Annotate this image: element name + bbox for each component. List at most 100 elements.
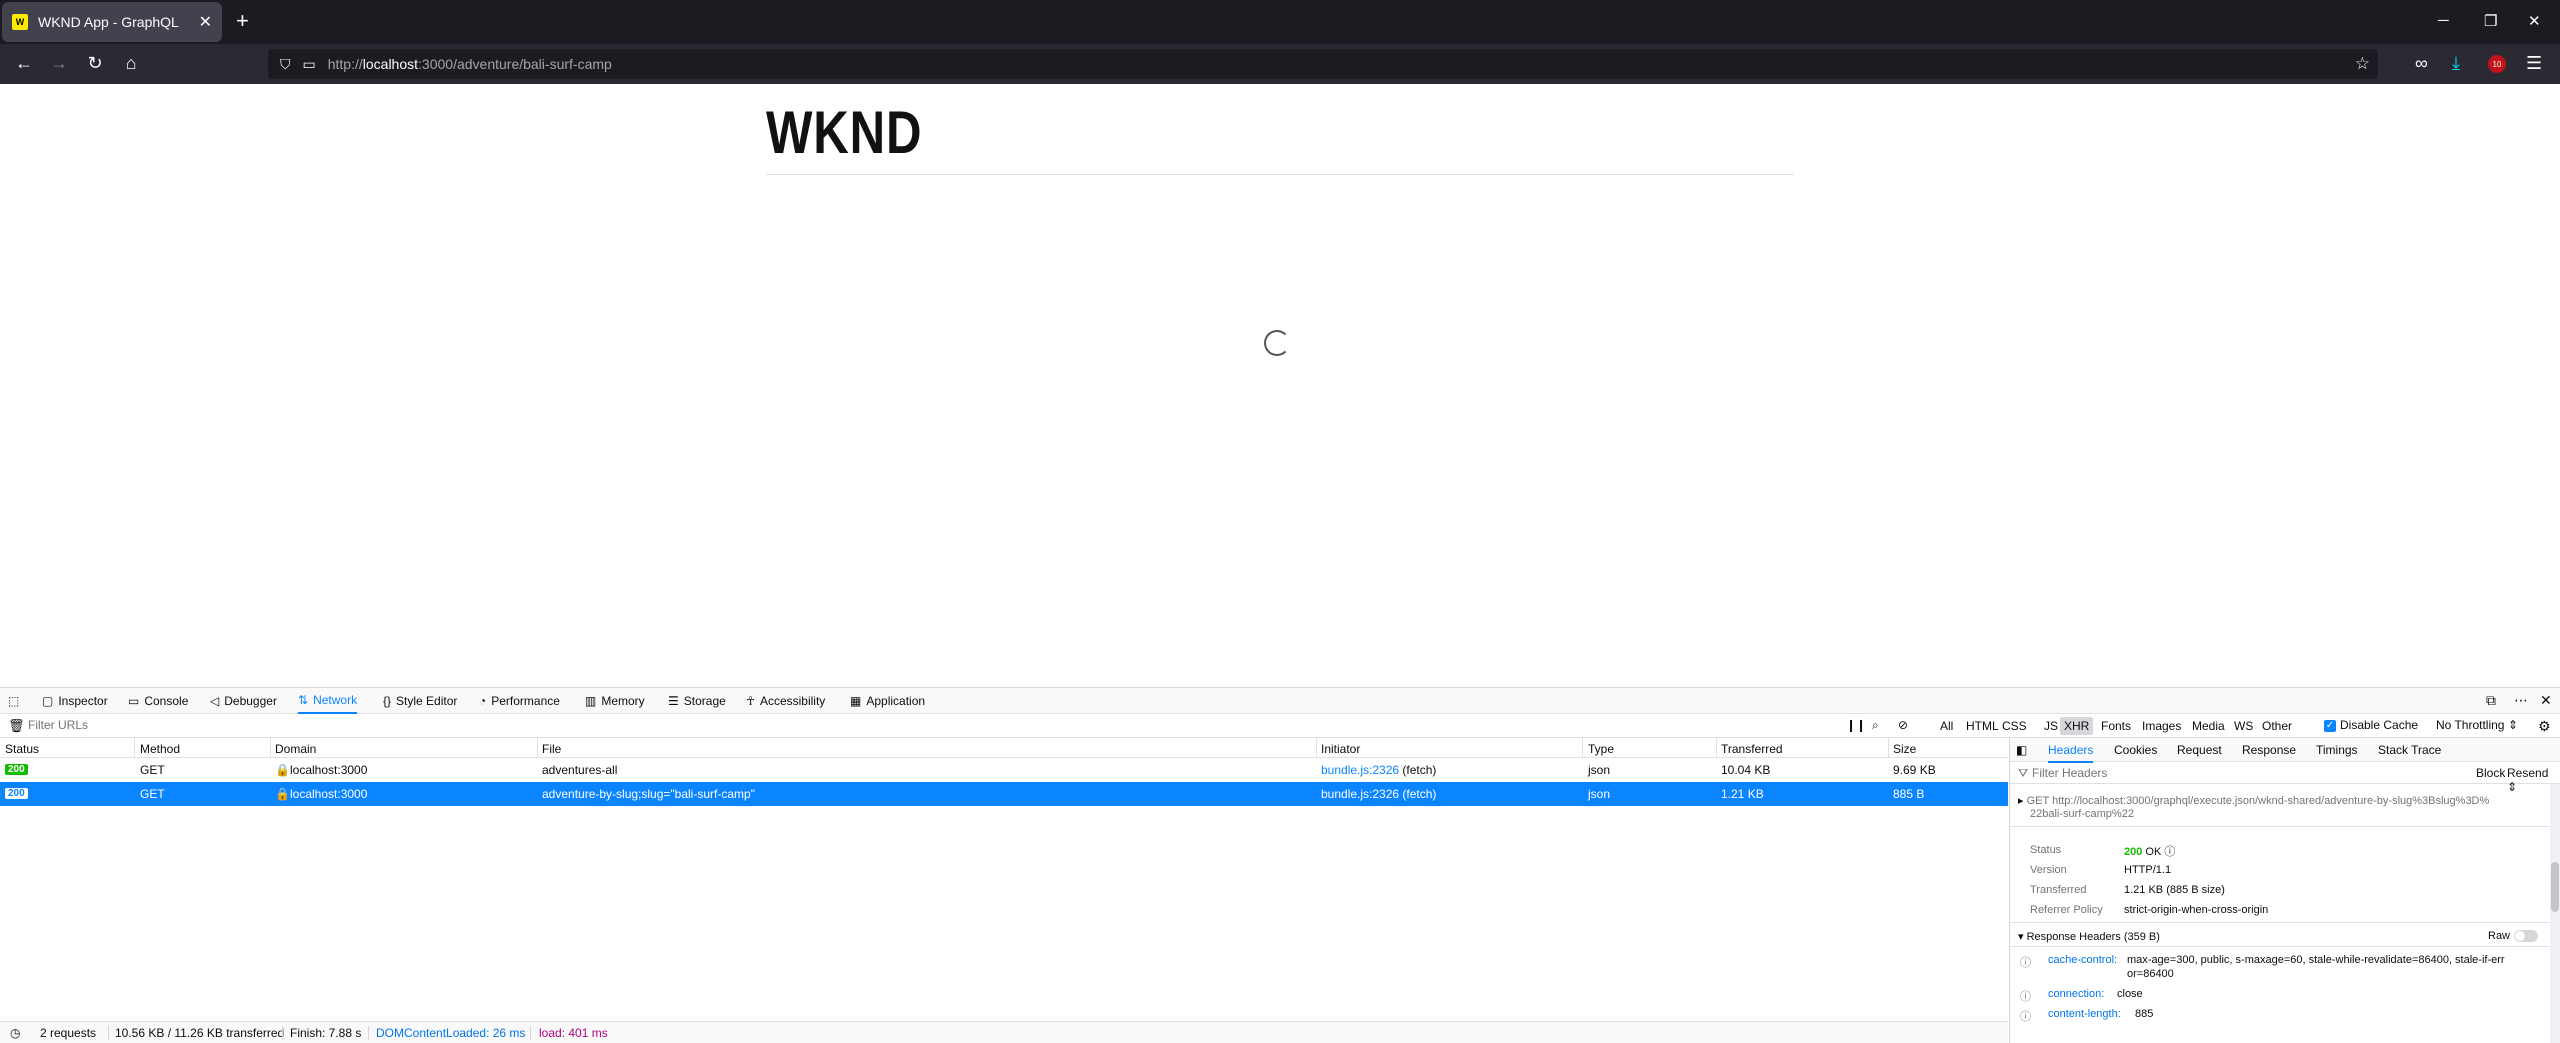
column-type[interactable]: Type — [1588, 742, 1614, 756]
block-button[interactable]: Block — [2476, 766, 2505, 780]
request-row-selected[interactable]: 200 GET 🔒 localhost:3000 adventure-by-sl… — [0, 782, 2008, 806]
pause-icon[interactable]: ❙❙ — [1846, 718, 1866, 732]
initiator-file[interactable]: bundle.js — [1321, 787, 1369, 801]
throttling-select[interactable]: No Throttling ⇕ — [2436, 718, 2518, 732]
details-scrollbar[interactable] — [2550, 784, 2560, 1043]
forward-icon[interactable]: → — [48, 53, 70, 74]
tab-debugger[interactable]: ◁ Debugger — [210, 688, 277, 714]
column-status[interactable]: Status — [5, 742, 39, 756]
column-file[interactable]: File — [542, 742, 561, 756]
column-separator[interactable] — [1716, 738, 1717, 758]
filter-html[interactable]: HTML — [1962, 717, 2003, 735]
raw-toggle[interactable]: Raw — [2488, 930, 2539, 943]
details-tab-cookies[interactable]: Cookies — [2114, 743, 2157, 757]
initiator-suffix: (fetch) — [1399, 763, 1437, 777]
bookmark-star-icon[interactable]: ☆ — [2355, 54, 2370, 74]
tab-style-editor[interactable]: {} Style Editor — [383, 688, 457, 714]
header-info-icon[interactable]: ⓘ — [2020, 988, 2031, 1004]
column-separator[interactable] — [134, 738, 135, 758]
home-icon[interactable]: ⌂ — [120, 53, 142, 74]
response-headers-section[interactable]: ▾ Response Headers (359 B) — [2018, 930, 2160, 943]
header-info-icon[interactable]: ⓘ — [2020, 1008, 2031, 1024]
page-info-icon[interactable]: ▭ — [303, 56, 316, 73]
tab-performance[interactable]: ◔ Performance — [479, 688, 560, 714]
filter-all[interactable]: All — [1936, 717, 1957, 735]
extension-infinity-icon[interactable]: ∞ — [2415, 53, 2428, 74]
details-tab-headers[interactable]: Headers — [2048, 743, 2094, 763]
app-menu-icon[interactable]: ☰ — [2526, 53, 2542, 74]
filter-fonts[interactable]: Fonts — [2097, 717, 2135, 735]
reload-icon[interactable]: ↻ — [84, 53, 106, 74]
filter-urls-input[interactable]: Filter URLs — [28, 718, 88, 732]
tab-accessibility[interactable]: ☥ Accessibility — [746, 688, 825, 714]
clear-requests-icon[interactable]: 🗑 — [8, 718, 25, 734]
request-table-header: Status Method Domain File Initiator Type… — [0, 738, 2008, 758]
details-tab-stack-trace[interactable]: Stack Trace — [2378, 743, 2441, 757]
tab-application[interactable]: ▦ Application — [850, 688, 925, 714]
dom-content-loaded: DOMContentLoaded: 26 ms — [376, 1026, 526, 1040]
column-method[interactable]: Method — [140, 742, 180, 756]
request-row[interactable]: 200 GET 🔒 localhost:3000 adventures-all … — [0, 758, 2008, 782]
details-tab-request[interactable]: Request — [2177, 743, 2222, 757]
initiator-line[interactable]: :2326 — [1369, 763, 1399, 777]
search-icon[interactable]: ⌕ — [1872, 718, 1879, 733]
details-tabs: ◧ Headers Cookies Request Response Timin… — [2010, 738, 2560, 763]
column-separator[interactable] — [270, 738, 271, 758]
dock-side-icon[interactable]: ⧉ — [2486, 692, 2496, 709]
network-settings-gear-icon[interactable]: ⚙ — [2538, 718, 2551, 735]
minimize-icon[interactable]: ─ — [2438, 12, 2449, 29]
element-picker-icon[interactable]: ⬚ — [8, 688, 19, 714]
ublock-icon[interactable]: 10 — [2488, 55, 2506, 73]
request-initiator[interactable]: bundle.js:2326 (fetch) — [1321, 763, 1436, 777]
column-domain[interactable]: Domain — [275, 742, 316, 756]
raw-toggle-switch[interactable] — [2514, 930, 2539, 943]
column-separator[interactable] — [537, 738, 538, 758]
tab-memory[interactable]: ▥ Memory — [585, 688, 645, 714]
column-size[interactable]: Size — [1893, 742, 1916, 756]
tab-console[interactable]: ▭ Console — [128, 688, 188, 714]
details-tab-response[interactable]: Response — [2242, 743, 2296, 757]
tab-storage[interactable]: ☰ Storage — [668, 688, 726, 714]
tab-close-icon[interactable]: ✕ — [199, 12, 212, 32]
tracking-protection-icon[interactable]: ⛉ — [280, 56, 291, 73]
column-separator[interactable] — [1888, 738, 1889, 758]
request-url-line[interactable]: ▸ GET http://localhost:3000/graphql/exec… — [2018, 794, 2489, 807]
column-separator[interactable] — [1582, 738, 1583, 758]
filter-images[interactable]: Images — [2138, 717, 2185, 735]
back-icon[interactable]: ← — [13, 53, 35, 74]
block-requests-icon[interactable]: ⊘ — [1898, 718, 1908, 732]
column-initiator[interactable]: Initiator — [1321, 742, 1360, 756]
downloads-icon[interactable]: ⤓ — [2452, 53, 2460, 74]
window-close-icon[interactable]: ✕ — [2528, 12, 2541, 30]
site-logo[interactable]: WKND — [766, 98, 922, 167]
tab-inspector[interactable]: ▢ Inspector — [42, 688, 108, 714]
filter-css[interactable]: CSS — [1998, 717, 2031, 735]
filter-other[interactable]: Other — [2258, 717, 2296, 735]
filter-headers-input[interactable]: Filter Headers — [2032, 766, 2107, 780]
tab-label: Debugger — [224, 694, 277, 708]
disable-cache-checkbox[interactable]: ✓ Disable Cache — [2324, 718, 2418, 732]
details-tab-timings[interactable]: Timings — [2316, 743, 2358, 757]
devtools-more-icon[interactable]: ⋯ — [2514, 692, 2528, 709]
filter-xhr[interactable]: XHR — [2060, 717, 2094, 735]
help-icon[interactable]: ⓘ — [2164, 846, 2175, 858]
scrollbar-thumb[interactable] — [2551, 862, 2559, 912]
restore-icon[interactable]: ❐ — [2484, 12, 2497, 30]
toggle-sidebar-icon[interactable]: ◧ — [2016, 743, 2027, 757]
initiator-line[interactable]: :2326 — [1369, 787, 1399, 801]
filter-ws[interactable]: WS — [2230, 717, 2257, 735]
header-filter-bar: ⛛ Filter Headers Block Resend ⇕ — [2010, 762, 2560, 794]
new-tab-icon[interactable]: + — [236, 10, 249, 32]
column-transferred[interactable]: Transferred — [1721, 742, 1783, 756]
request-initiator[interactable]: bundle.js:2326 (fetch) — [1321, 787, 1436, 801]
filter-media[interactable]: Media — [2188, 717, 2229, 735]
browser-tab[interactable]: W WKND App - GraphQL ✕ — [2, 2, 222, 42]
tab-network[interactable]: ⇅ Network — [298, 688, 358, 714]
header-info-icon[interactable]: ⓘ — [2020, 954, 2031, 970]
column-separator[interactable] — [1316, 738, 1317, 758]
filter-js[interactable]: JS — [2040, 717, 2062, 735]
url-bar[interactable]: ⛉ ▭ http://localhost:3000/adventure/bali… — [268, 49, 2378, 79]
initiator-file[interactable]: bundle.js — [1321, 763, 1369, 777]
performance-analysis-icon[interactable]: ◷ — [10, 1026, 20, 1040]
devtools-close-icon[interactable]: ✕ — [2540, 692, 2552, 709]
